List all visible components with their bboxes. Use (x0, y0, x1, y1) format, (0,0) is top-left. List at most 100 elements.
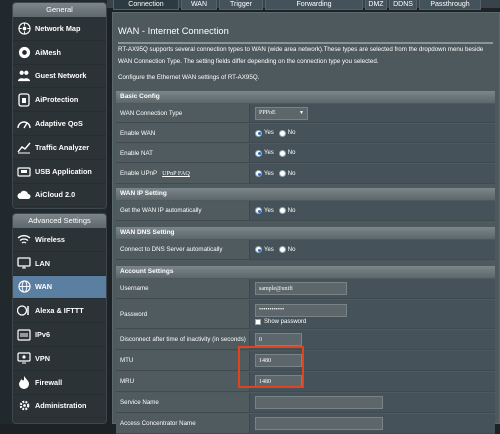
dns-auto-yes-radio[interactable]: Yes (255, 246, 274, 253)
username-label: Username (116, 279, 250, 298)
aimesh-icon (17, 45, 31, 59)
sidebar-item-firewall[interactable]: Firewall (13, 371, 106, 395)
highlight-box (238, 346, 304, 388)
sidebar-item-label: Administration (35, 401, 87, 411)
basic-config-header: Basic Config (116, 91, 495, 103)
sidebar-item-traffic-analyzer[interactable]: Traffic Analyzer (13, 136, 106, 160)
row-enable-nat: Enable NAT Yes No (116, 144, 495, 163)
connection-type-select[interactable]: PPPoE ▼ (255, 106, 308, 120)
wan-ip-auto-label: Get the WAN IP automatically (116, 201, 250, 220)
row-service-name: Service Name (116, 393, 495, 413)
upnp-faq-link[interactable]: UPnP FAQ (162, 170, 190, 177)
general-header: General (13, 3, 106, 17)
service-name-label: Service Name (116, 393, 250, 412)
enable-upnp-yes-radio[interactable]: Yes (255, 170, 274, 177)
sidebar-item-label: WAN (35, 282, 53, 292)
row-password: Password •••••••••••• Show password (116, 300, 495, 329)
password-label: Password (116, 300, 250, 328)
dns-auto-no-radio[interactable]: No (278, 246, 295, 253)
service-name-input[interactable] (255, 396, 383, 409)
sidebar-item-label: AiMesh (35, 47, 61, 57)
main-panel: WAN - Internet Connection RT-AX95Q suppo… (112, 12, 500, 434)
row-mtu: MTU 1480 (116, 351, 495, 371)
mtu-label: MTU (116, 351, 250, 370)
wan-ip-setting-header: WAN IP Setting (116, 188, 495, 200)
sidebar-item-network-map[interactable]: Network Map (13, 17, 106, 41)
show-password-label: Show password (264, 318, 307, 325)
tab-ddns[interactable]: DDNS (389, 0, 417, 10)
enable-wan-no-radio[interactable]: No (278, 129, 295, 137)
sidebar-item-administration[interactable]: Administration (13, 395, 106, 419)
enable-upnp-no-radio[interactable]: No (278, 170, 295, 177)
tab-trigger[interactable]: Trigger (219, 0, 263, 10)
account-settings-header: Account Settings (116, 266, 495, 278)
ipv6-icon (17, 328, 31, 342)
lan-icon (17, 256, 31, 270)
tab-wan[interactable]: WAN (181, 0, 217, 10)
enable-upnp-label: Enable UPnP (120, 170, 158, 177)
sidebar-item-label: IPv6 (35, 330, 51, 340)
row-wan-ip-auto: Get the WAN IP automatically Yes No (116, 201, 495, 221)
sidebar-item-wan[interactable]: WAN (13, 275, 106, 300)
sidebar-item-alexa-ifttt[interactable]: Alexa & IFTTT (13, 299, 106, 324)
page-title: WAN - Internet Connection (118, 26, 229, 36)
chevron-down-icon: ▼ (299, 110, 304, 116)
sidebar-item-label: Adaptive QoS (35, 119, 83, 129)
sidebar-item-aiprotection[interactable]: AiProtection (13, 88, 106, 113)
sidebar-item-aicloud-2-0[interactable]: AiCloud 2.0 (13, 184, 106, 208)
sidebar-item-label: USB Application (35, 166, 92, 176)
row-mru: MRU 1480 (116, 372, 495, 392)
qos-gauge-icon (17, 117, 31, 131)
enable-nat-label: Enable NAT (116, 144, 250, 162)
description-text: RT-AX95Q supports several connection typ… (118, 46, 484, 65)
row-idle-timeout: Disconnect after time of inactivity (in … (116, 330, 495, 350)
tab-forwarding[interactable]: Forwarding (265, 0, 363, 10)
sidebar-item-aimesh[interactable]: AiMesh (13, 41, 106, 65)
configure-text: Configure the Ethernet WAN settings of R… (118, 74, 260, 81)
globe-icon (17, 280, 31, 294)
sidebar-item-label: Traffic Analyzer (35, 142, 90, 152)
general-menu: General Network Map AiMesh Guest Network Ai… (12, 2, 107, 209)
enable-nat-yes-radio[interactable]: Yes (255, 149, 274, 157)
tab-bar: Connection WAN Trigger Forwarding DMZ DDNS Pas… (113, 0, 500, 10)
enable-wan-yes-radio[interactable]: Yes (255, 129, 274, 137)
sidebar-item-guest-network[interactable]: Guest Network (13, 65, 106, 89)
sidebar-item-vpn[interactable]: VPN (13, 347, 106, 371)
mru-label: MRU (116, 372, 250, 391)
sidebar-item-wireless[interactable]: Wireless (13, 228, 106, 252)
advanced-header: Advanced Settings (13, 214, 106, 228)
sidebar-item-label: Alexa & IFTTT (35, 306, 84, 316)
wan-ip-auto-no-radio[interactable]: No (278, 207, 295, 214)
row-enable-upnp: Enable UPnP UPnP FAQ Yes No (116, 164, 495, 184)
wan-dns-setting-header: WAN DNS Setting (116, 227, 495, 239)
network-map-icon (17, 21, 31, 35)
username-input[interactable]: sample@unifi (255, 282, 347, 295)
cloud-icon (17, 188, 31, 202)
show-password-checkbox[interactable] (255, 318, 261, 325)
row-username: Username sample@unifi (116, 279, 495, 299)
sidebar-item-adaptive-qos[interactable]: Adaptive QoS (13, 112, 106, 136)
password-input[interactable]: •••••••••••• (255, 303, 347, 317)
wan-ip-auto-yes-radio[interactable]: Yes (255, 207, 274, 214)
alexa-icon (17, 304, 31, 318)
sidebar-item-ipv6[interactable]: IPv6 (13, 323, 106, 347)
guest-network-icon (17, 69, 31, 83)
sidebar-item-usb-application[interactable]: USB Application (13, 160, 106, 184)
advanced-menu: Advanced Settings Wireless LAN WAN Alexa & … (12, 213, 107, 424)
vpn-icon (17, 351, 31, 365)
tab-passthrough[interactable]: Passthrough (419, 0, 481, 10)
row-access-concentrator: Access Concentrator Name (116, 414, 495, 434)
row-enable-wan: Enable WAN Yes No (116, 124, 495, 143)
row-dns-auto: Connect to DNS Server automatically Yes … (116, 240, 495, 260)
tab-dmz[interactable]: DMZ (365, 0, 387, 10)
row-connection-type: WAN Connection Type PPPoE ▼ (116, 104, 495, 123)
tab-connection[interactable]: Connection (113, 0, 179, 10)
sidebar-item-lan[interactable]: LAN (13, 252, 106, 276)
admin-icon (17, 399, 31, 413)
enable-nat-no-radio[interactable]: No (278, 149, 295, 157)
firewall-icon (17, 375, 31, 390)
idle-timeout-input[interactable]: 0 (255, 333, 302, 346)
sidebar-item-label: AiProtection (35, 95, 79, 105)
sidebar: General Network Map AiMesh Guest Network Ai… (0, 0, 107, 424)
sidebar-item-label: Firewall (35, 377, 63, 387)
